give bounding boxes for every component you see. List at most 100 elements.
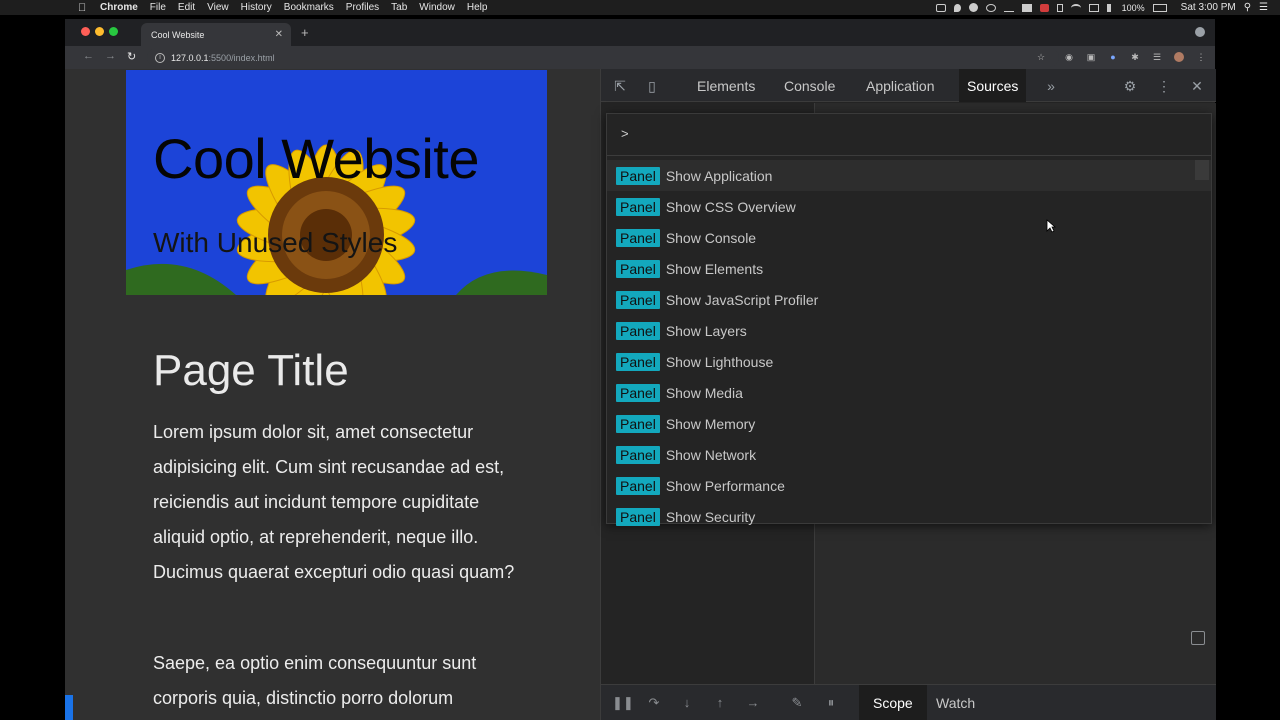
tab-scope[interactable]: Scope — [859, 685, 927, 720]
menu-window[interactable]: Window — [419, 2, 455, 13]
page-viewport: Cool Website With Unused Styles Page Tit… — [65, 69, 600, 720]
panel-badge: Panel — [616, 476, 660, 495]
command-label: Show Performance — [665, 477, 785, 494]
command-label: Show Memory — [665, 415, 756, 432]
deactivate-breakpoints-icon[interactable]: ✎ — [789, 695, 805, 711]
menu-chrome[interactable]: Chrome — [100, 2, 138, 13]
panel-badge: Panel — [616, 197, 660, 216]
more-tabs-chevron-icon[interactable]: » — [1043, 78, 1059, 94]
command-item[interactable]: Panel Show Console — [607, 222, 1211, 253]
malwarebytes-icon[interactable] — [1021, 3, 1032, 12]
reload-button[interactable]: ↻ — [127, 50, 136, 63]
close-window-button[interactable] — [81, 27, 90, 36]
pen-icon[interactable] — [1003, 4, 1014, 12]
close-tab-icon[interactable]: ✕ — [275, 29, 283, 40]
tab-console[interactable]: Console — [784, 69, 835, 102]
panel-badge: Panel — [616, 352, 660, 371]
menu-edit[interactable]: Edit — [178, 2, 195, 13]
command-item[interactable]: Panel Show Elements — [607, 253, 1211, 284]
step-out-icon[interactable]: ↑ — [712, 695, 728, 711]
malware-icon[interactable] — [968, 3, 978, 12]
command-list-scrollbar[interactable] — [1195, 160, 1209, 180]
clock[interactable]: Sat 3:00 PM — [1181, 2, 1236, 13]
url-host: 127.0.0.1 — [171, 52, 209, 63]
panel-badge: Panel — [616, 166, 660, 185]
control-center-icon[interactable]: ☰ — [1259, 2, 1268, 13]
back-button[interactable]: ← — [83, 50, 94, 62]
browser-tab[interactable]: Cool Website ✕ — [141, 23, 291, 46]
new-tab-button[interactable]: + — [301, 25, 309, 40]
minimize-window-button[interactable] — [95, 27, 104, 36]
step-into-icon[interactable]: ↓ — [679, 695, 695, 711]
tab-sources[interactable]: Sources — [959, 69, 1027, 102]
bookmark-star-icon[interactable]: ☆ — [1036, 52, 1046, 62]
inspect-element-icon[interactable]: ⇱ — [612, 78, 628, 94]
command-item[interactable]: Panel Show Network — [607, 439, 1211, 470]
airplay-icon[interactable] — [1088, 3, 1099, 12]
creative-cloud-icon[interactable] — [985, 3, 996, 12]
tab-search-icon[interactable] — [1195, 27, 1205, 37]
menu-bookmarks[interactable]: Bookmarks — [284, 2, 334, 13]
command-item[interactable]: Panel Show Memory — [607, 408, 1211, 439]
command-item[interactable]: Panel Show Lighthouse — [607, 346, 1211, 377]
menu-file[interactable]: File — [150, 2, 166, 13]
extension-icon-3[interactable]: ● — [1108, 52, 1118, 62]
menu-tab[interactable]: Tab — [391, 2, 407, 13]
panel-badge: Panel — [616, 445, 660, 464]
panel-badge: Panel — [616, 507, 660, 526]
panel-badge: Panel — [616, 321, 660, 340]
tab-watch[interactable]: Watch — [936, 685, 975, 720]
command-item[interactable]: Panel Show Performance — [607, 470, 1211, 501]
command-label: Show Elements — [665, 260, 764, 277]
tab-application[interactable]: Application — [866, 69, 935, 102]
command-item[interactable]: Panel Show Security — [607, 501, 1211, 532]
browser-menu-icon[interactable]: ⋮ — [1196, 52, 1206, 62]
toggle-drawer-icon[interactable] — [1191, 631, 1205, 645]
battery-icon[interactable] — [1152, 3, 1167, 12]
menu-view[interactable]: View — [207, 2, 229, 13]
menu-profiles[interactable]: Profiles — [346, 2, 379, 13]
site-info-icon[interactable]: i — [155, 52, 165, 63]
settings-gear-icon[interactable]: ⚙ — [1122, 78, 1138, 94]
menu-help[interactable]: Help — [467, 2, 488, 13]
tab-elements[interactable]: Elements — [697, 69, 755, 102]
location-icon[interactable] — [953, 3, 961, 12]
panel-badge: Panel — [616, 228, 660, 247]
record-icon[interactable] — [935, 3, 946, 12]
command-label: Show Security — [665, 508, 756, 525]
command-item[interactable]: Panel Show JavaScript Profiler — [607, 284, 1211, 315]
devtools-tab-bar: ⇱ ▯ Elements Console Application Sources… — [601, 69, 1216, 102]
forward-button[interactable]: → — [105, 50, 116, 62]
profile-avatar[interactable] — [1174, 52, 1184, 62]
url-path: :5500/index.html — [208, 52, 275, 63]
wifi-icon[interactable] — [1070, 3, 1081, 12]
pause-icon[interactable]: ❚❚ — [612, 695, 634, 711]
command-item[interactable]: Panel Show Application — [607, 160, 1211, 191]
apple-icon[interactable]:  — [78, 2, 90, 14]
close-devtools-icon[interactable]: ✕ — [1189, 78, 1205, 94]
macos-menubar:  Chrome File Edit View History Bookmark… — [0, 0, 1280, 15]
step-icon[interactable]: → — [745, 695, 761, 711]
reading-list-icon[interactable]: ☰ — [1152, 52, 1162, 62]
menu-history[interactable]: History — [241, 2, 272, 13]
step-over-icon[interactable]: ↷ — [646, 695, 662, 711]
command-input[interactable]: > — [607, 114, 1211, 156]
command-item[interactable]: Panel Show Layers — [607, 315, 1211, 346]
command-item[interactable]: Panel Show Media — [607, 377, 1211, 408]
battery-percent: 100% — [1121, 2, 1145, 13]
volume-icon[interactable] — [1106, 3, 1114, 12]
spotlight-icon[interactable]: ⚲ — [1244, 2, 1251, 13]
pause-on-exceptions-icon[interactable]: ⏸ — [823, 695, 839, 711]
bluetooth-icon[interactable] — [1056, 3, 1063, 12]
command-item[interactable]: Panel Show CSS Overview — [607, 191, 1211, 222]
device-toolbar-icon[interactable]: ▯ — [644, 78, 660, 94]
extension-icon-1[interactable]: ◉ — [1064, 52, 1074, 62]
address-bar[interactable]: i 127.0.0.1 :5500/index.html — [147, 48, 1059, 67]
maximize-window-button[interactable] — [109, 27, 118, 36]
browser-toolbar: ← → ↻ i 127.0.0.1 :5500/index.html ☆ ◉ ▣… — [65, 46, 1215, 69]
extensions-puzzle-icon[interactable]: ✱ — [1130, 52, 1140, 62]
mouse-cursor-icon — [1046, 219, 1056, 233]
recording-icon[interactable] — [1039, 3, 1049, 12]
extension-icon-2[interactable]: ▣ — [1086, 52, 1096, 62]
devtools-menu-icon[interactable]: ⋮ — [1156, 78, 1172, 94]
